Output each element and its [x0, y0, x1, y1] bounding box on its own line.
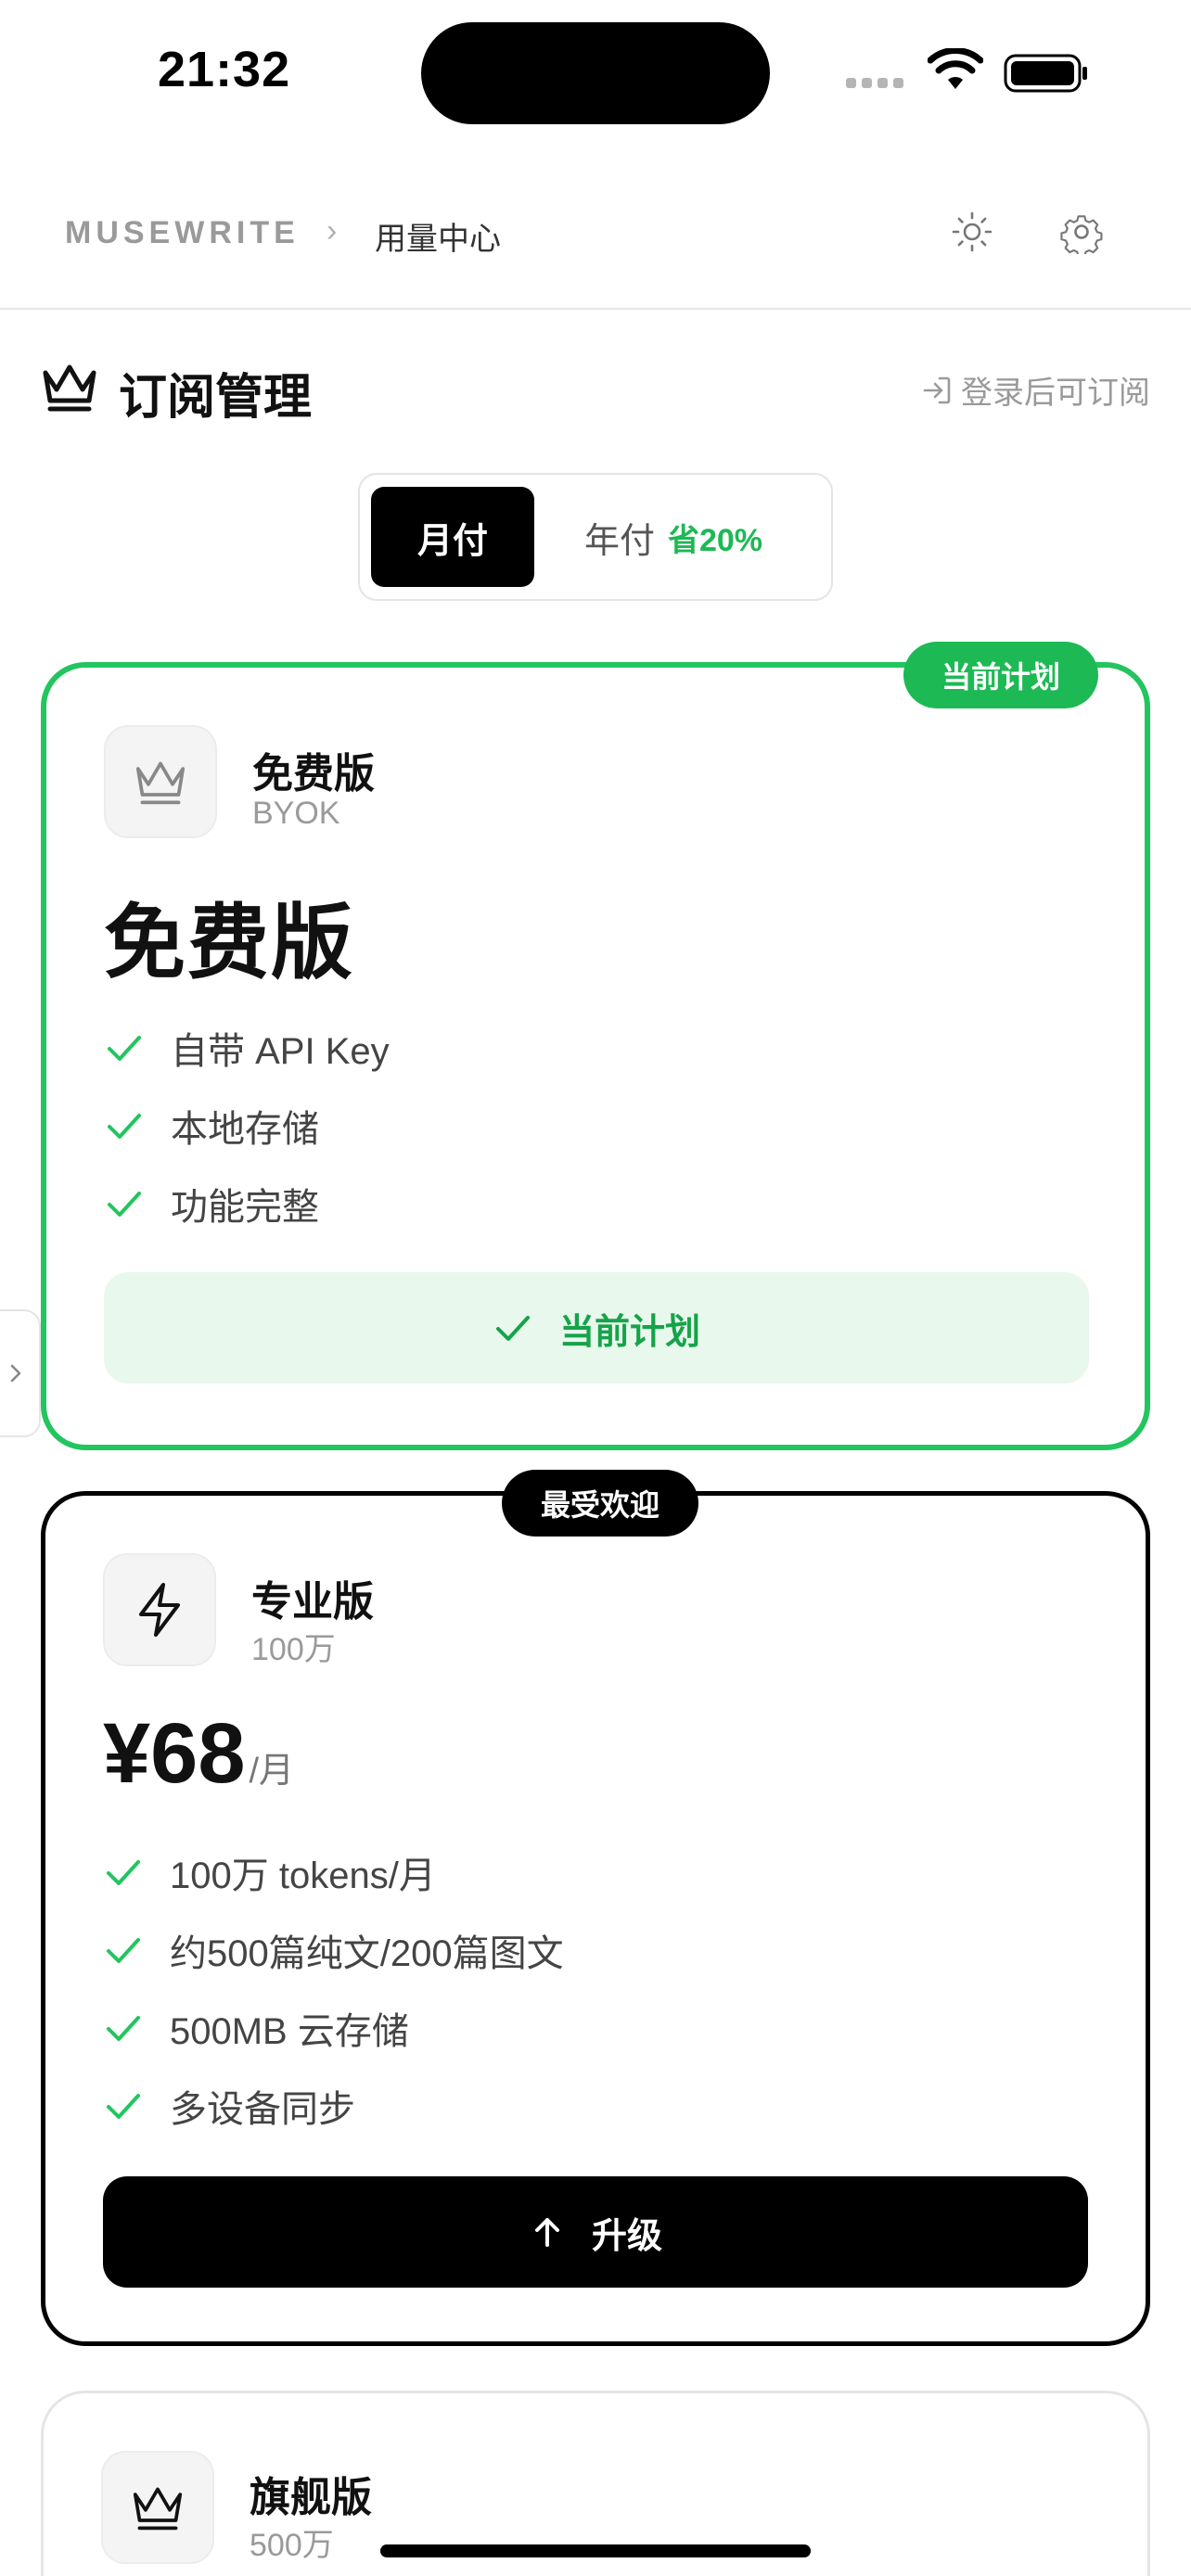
cellular-signal-icon [846, 78, 903, 88]
plan-name: 旗舰版 [250, 2475, 372, 2520]
crown-icon [135, 761, 186, 805]
check-icon [107, 2016, 140, 2041]
plan-card-free: 当前计划 免费版 BYOK 免费版 自带 API Key 本地存储 功能完整 当… [41, 642, 1150, 1450]
login-link-label: 登录后可订阅 [961, 376, 1150, 411]
yearly-option-label: 年付 [583, 521, 655, 561]
settings-button[interactable] [1052, 202, 1111, 261]
theme-toggle-button[interactable] [942, 202, 1002, 261]
upgrade-button-label: 升级 [591, 2216, 662, 2256]
gear-icon [1060, 215, 1103, 254]
crown-icon [43, 364, 96, 412]
feature-label: 本地存储 [171, 1109, 319, 1150]
login-to-subscribe-link[interactable]: 登录后可订阅 [920, 367, 1150, 413]
current-plan-button-label: 当前计划 [558, 1312, 700, 1352]
check-icon [107, 2094, 140, 2119]
brand-logo[interactable]: MUSEWRITE [65, 215, 300, 251]
plan-price: ¥68 /月 [103, 1705, 294, 1803]
feature-label: 100万 tokens/月 [170, 1855, 436, 1896]
check-icon [108, 1114, 141, 1139]
check-icon [107, 1938, 140, 1963]
check-icon [108, 1192, 141, 1217]
feature-label: 500MB 云存储 [170, 2011, 409, 2052]
plan-name: 专业版 [251, 1579, 374, 1625]
monthly-option[interactable]: 月付 [371, 487, 534, 587]
page-title: 订阅管理 [119, 371, 313, 425]
wifi-icon [928, 48, 983, 89]
plan-card-pro: 最受欢迎 专业版 100万 ¥68 /月 100万 tokens/月 约500篇… [41, 1470, 1150, 2346]
feature-label: 自带 API Key [171, 1031, 390, 1072]
home-indicator [380, 2544, 811, 2557]
status-time: 21:32 [158, 42, 291, 97]
status-bar: 21:32 [0, 0, 1191, 139]
feature-label: 功能完整 [171, 1187, 319, 1228]
feature-item: 约500篇纯文/200篇图文 [103, 1911, 564, 1989]
price-unit: /月 [249, 1752, 295, 1791]
dynamic-island [421, 22, 770, 124]
sun-icon [952, 211, 992, 252]
current-plan-badge: 当前计划 [903, 642, 1098, 708]
feature-item: 本地存储 [104, 1087, 390, 1165]
subscription-header: 订阅管理 登录后可订阅 [41, 352, 1150, 427]
lightning-icon [139, 1583, 180, 1637]
breadcrumb-current: 用量中心 [375, 222, 501, 257]
login-icon [923, 376, 951, 403]
plan-name: 免费版 [252, 751, 375, 797]
plan-subtitle: 500万 [250, 2528, 334, 2563]
plan-icon-container [101, 2451, 214, 2564]
feature-label: 多设备同步 [170, 2089, 355, 2130]
feature-item: 多设备同步 [103, 2067, 564, 2145]
plan-subtitle: 100万 [251, 1632, 336, 1667]
check-icon [107, 1860, 140, 1885]
plan-icon-container [103, 1553, 216, 1666]
arrow-up-icon [534, 2218, 559, 2247]
crown-icon [133, 2487, 183, 2531]
price-amount: ¥68 [103, 1706, 246, 1801]
feature-list: 100万 tokens/月 约500篇纯文/200篇图文 500MB 云存储 多… [103, 1833, 564, 2145]
plan-headline: 免费版 [104, 897, 355, 988]
upgrade-button[interactable]: 升级 [103, 2176, 1088, 2288]
billing-cycle-toggle: 月付 年付 省20% [358, 473, 833, 601]
top-nav: MUSEWRITE › 用量中心 [0, 176, 1191, 310]
feature-item: 自带 API Key [104, 1009, 390, 1087]
yearly-option[interactable]: 年付 省20% [534, 487, 813, 587]
feature-item: 功能完整 [104, 1165, 390, 1243]
battery-icon [1004, 54, 1087, 93]
most-popular-badge: 最受欢迎 [502, 1470, 698, 1537]
plan-icon-container [104, 725, 217, 838]
side-drawer-tab[interactable] [0, 1309, 41, 1437]
feature-label: 约500篇纯文/200篇图文 [170, 1933, 564, 1974]
plan-subtitle: BYOK [252, 796, 340, 831]
feature-item: 500MB 云存储 [103, 1989, 564, 2067]
yearly-discount-badge: 省20% [667, 522, 763, 558]
current-plan-button[interactable]: 当前计划 [104, 1272, 1089, 1384]
check-icon [495, 1316, 530, 1341]
feature-item: 100万 tokens/月 [103, 1833, 564, 1911]
feature-list: 自带 API Key 本地存储 功能完整 [104, 1009, 390, 1243]
check-icon [108, 1036, 141, 1061]
chevron-right-icon [10, 1364, 21, 1383]
breadcrumb-separator: › [327, 213, 338, 249]
